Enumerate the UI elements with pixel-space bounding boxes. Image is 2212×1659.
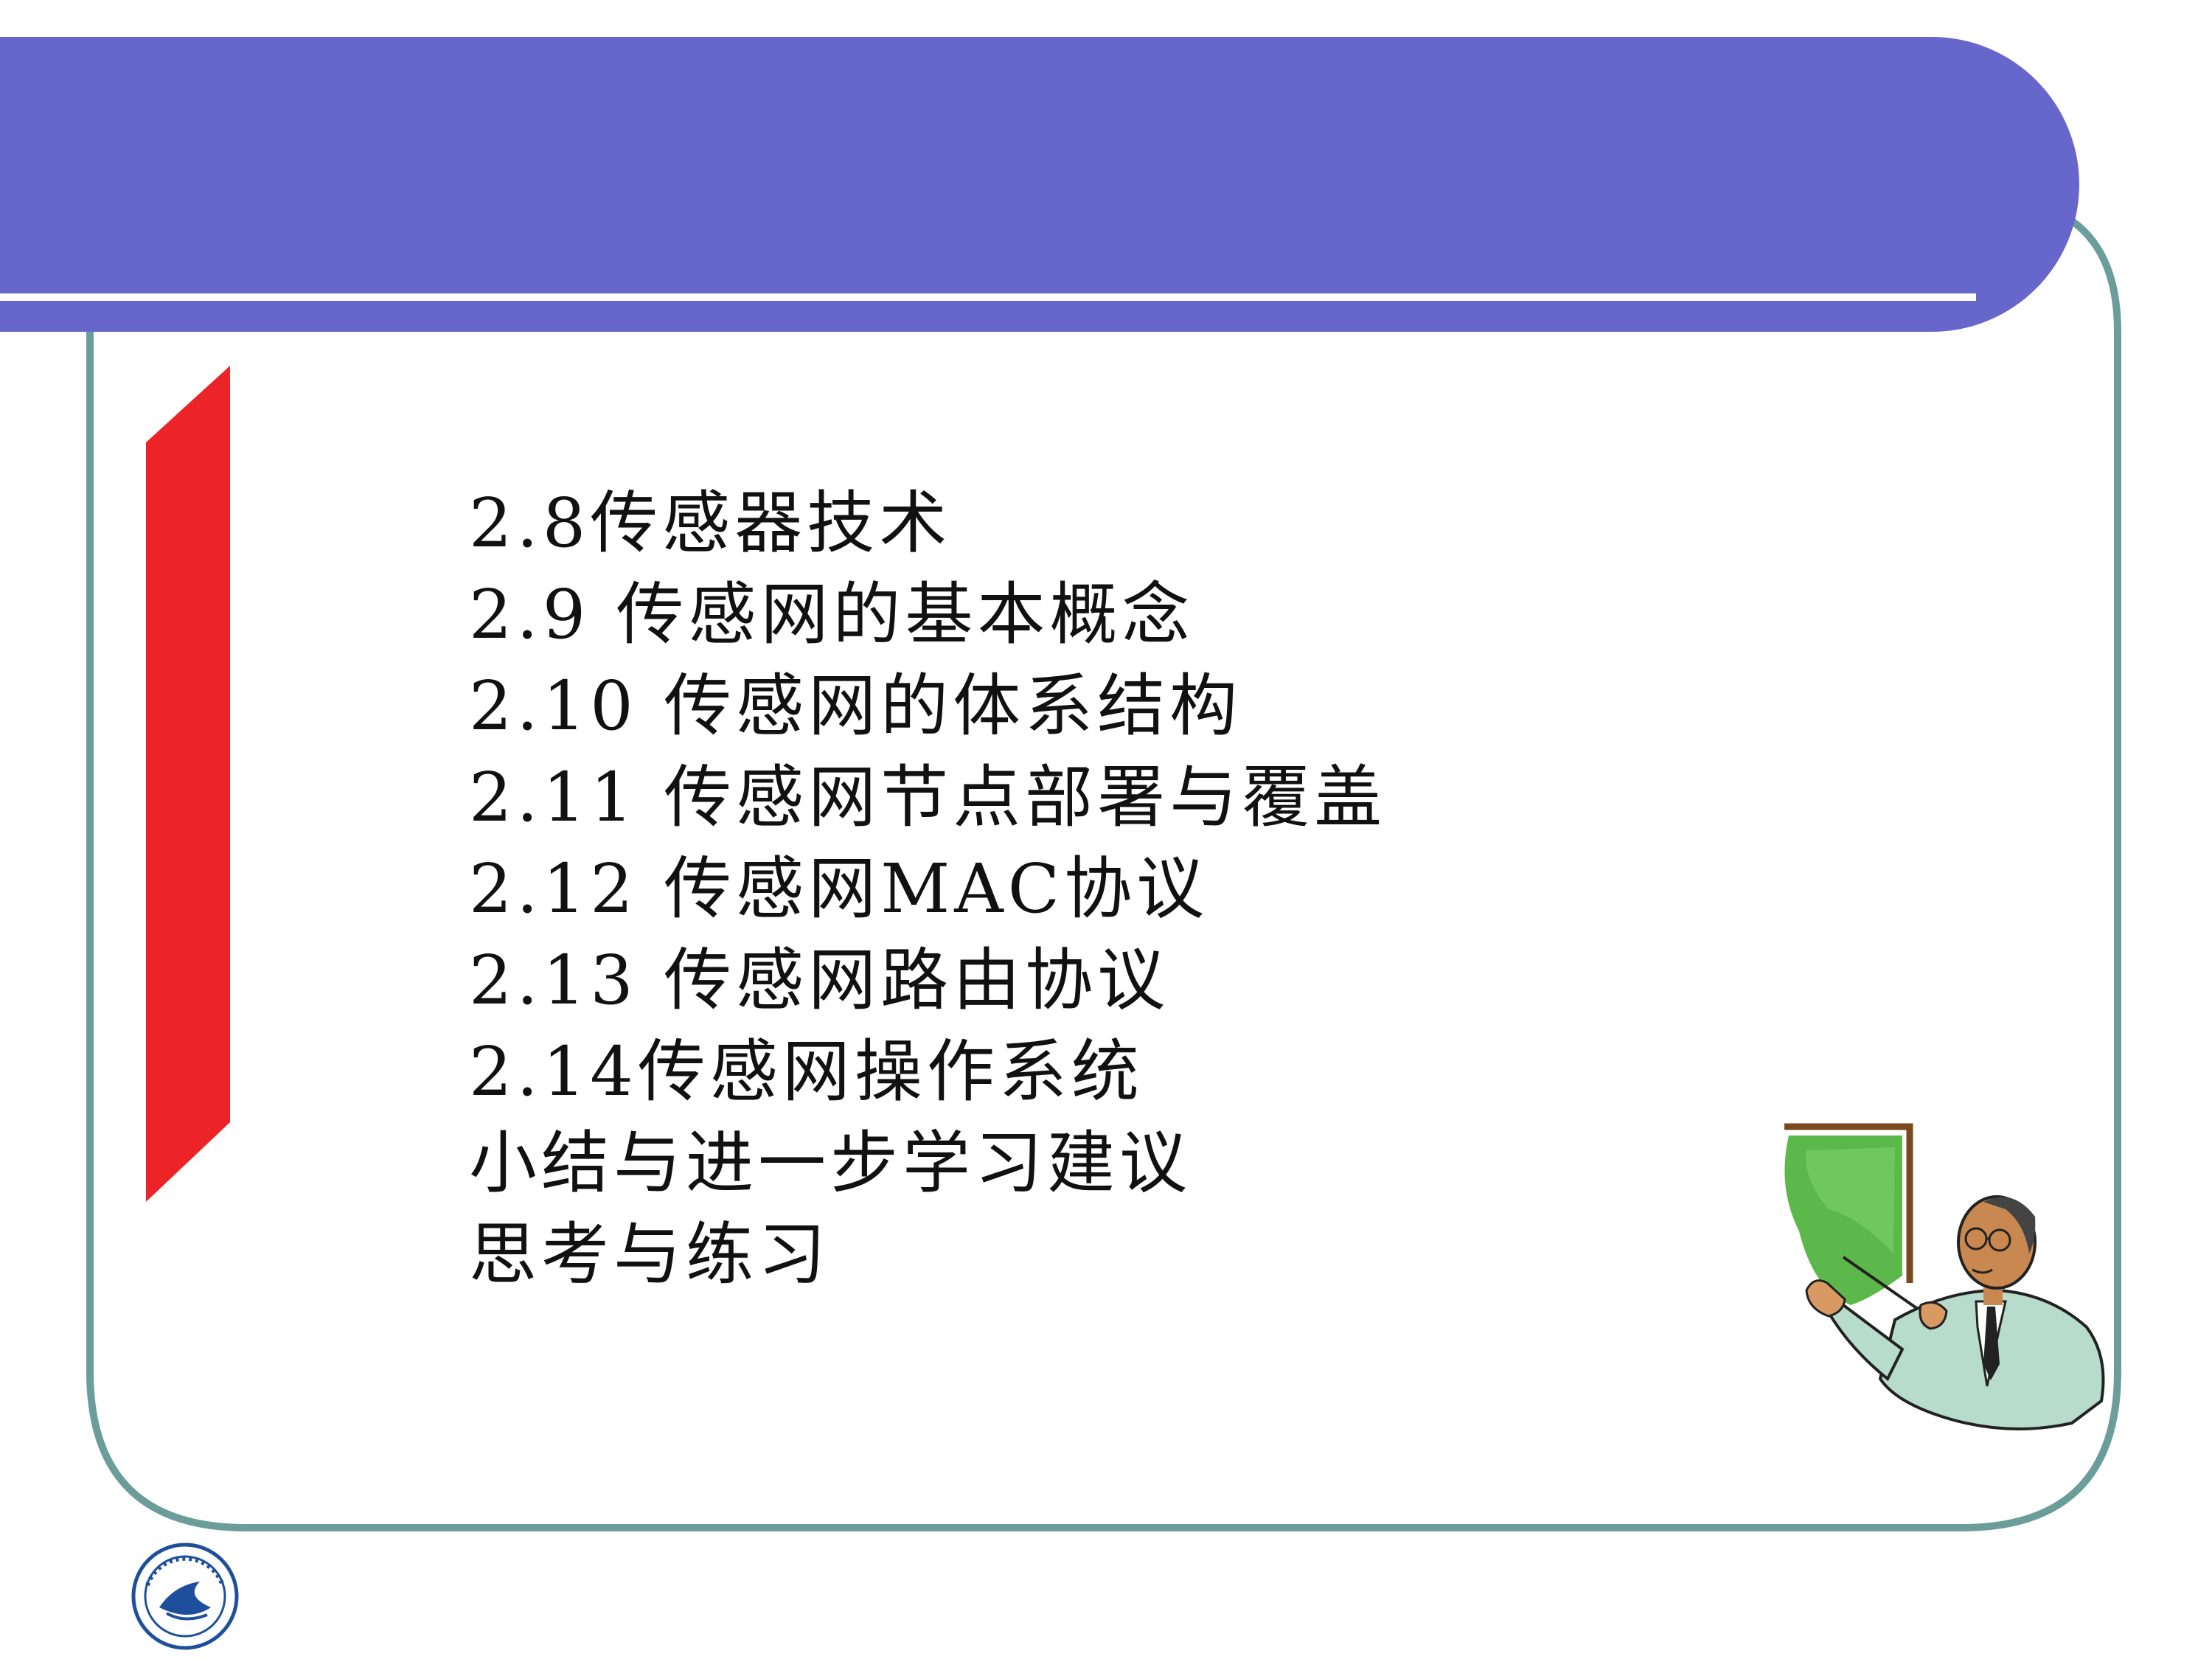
toc-item: 2.11 传感网节点部署与覆盖 [469,758,1387,837]
toc-item: 2.9 传感网的基本概念 [469,575,1194,654]
toc-item: 2.8传感器技术 [469,484,952,563]
logo-icon [131,1543,239,1650]
toc-item: 小结与进一步学习建议 [469,1124,1192,1203]
toc-item: 2.14传感网操作系统 [469,1032,1144,1111]
slide: 2.8传感器技术 2.9 传感网的基本概念 2.10 传感网的体系结构 2.11… [0,0,2212,1659]
teacher-icon [1784,1123,2105,1430]
header-divider-line [0,293,1976,301]
header-band [0,37,2079,332]
toc-item: 思考与练习 [469,1215,831,1294]
toc-list: 2.8传感器技术 2.9 传感网的基本概念 2.10 传感网的体系结构 2.11… [469,478,1386,1301]
toc-item: 2.13 传感网路由协议 [469,941,1170,1020]
toc-item: 2.10 传感网的体系结构 [469,667,1242,745]
toc-item: 2.12 传感网MAC协议 [469,849,1209,928]
red-accent-bar [146,366,230,1202]
